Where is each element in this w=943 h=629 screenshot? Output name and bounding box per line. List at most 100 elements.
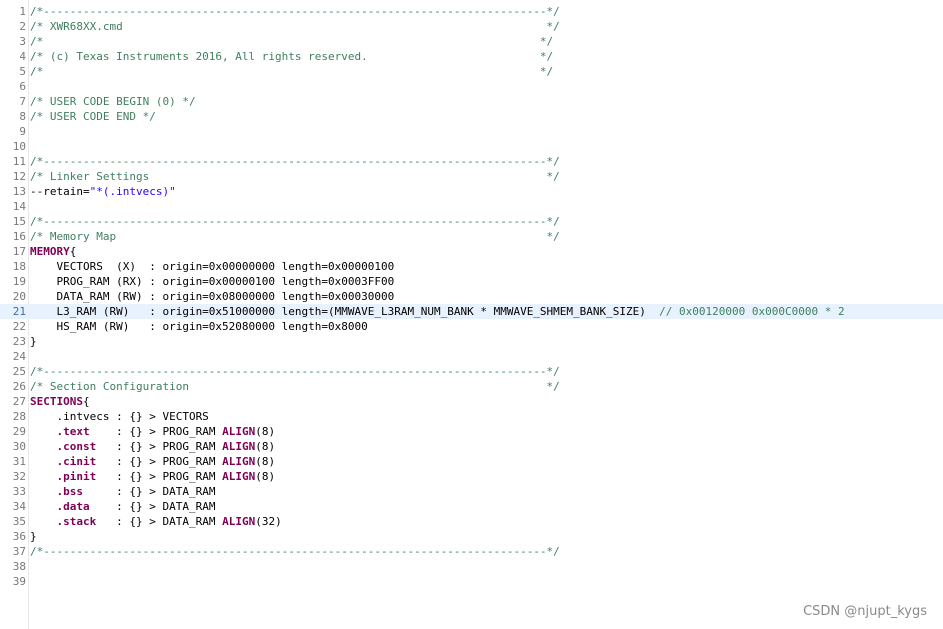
code-token: "*(.intvecs)" bbox=[89, 185, 176, 198]
code-token: .cinit bbox=[56, 455, 97, 468]
code-line[interactable]: 11 /*------------------------------------… bbox=[0, 154, 943, 169]
code-token: /*--------------------------------------… bbox=[30, 545, 560, 558]
code-token: /*--------------------------------------… bbox=[30, 5, 560, 18]
code-token: SECTIONS bbox=[30, 395, 83, 408]
code-token: { bbox=[69, 245, 77, 258]
code-token: PROG_RAM (RX) : origin=0x00000100 length… bbox=[30, 275, 395, 288]
line-number: 34 bbox=[12, 500, 26, 513]
code-line[interactable]: 12 /* Linker Settings */ bbox=[0, 169, 943, 184]
code-token: .stack bbox=[56, 515, 97, 528]
code-line[interactable]: 7 /* USER CODE BEGIN (0) */ bbox=[0, 94, 943, 109]
code-token: .pinit bbox=[56, 470, 97, 483]
code-line[interactable]: 4 /* (c) Texas Instruments 2016, All righ… bbox=[0, 49, 943, 64]
code-line[interactable]: 32 .pinit : {} > PROG_RAM ALIGN(8) bbox=[0, 469, 943, 484]
code-line[interactable]: 10 bbox=[0, 139, 943, 154]
line-number: 6 bbox=[19, 80, 26, 93]
line-number: 39 bbox=[12, 575, 26, 588]
code-line[interactable]: 36} bbox=[0, 529, 943, 544]
code-token: --retain= bbox=[30, 185, 90, 198]
code-line[interactable]: 37 /*------------------------------------… bbox=[0, 544, 943, 559]
line-number: 25 bbox=[12, 365, 26, 378]
code-line[interactable]: 3 /* */ bbox=[0, 34, 943, 49]
code-token: /* */ bbox=[30, 35, 554, 48]
code-line[interactable]: 27 SECTIONS{ bbox=[0, 394, 943, 409]
line-number: 18 bbox=[12, 260, 26, 273]
line-number: 30 bbox=[12, 440, 26, 453]
code-line[interactable]: 26 /* Section Configuration */ bbox=[0, 379, 943, 394]
code-line[interactable]: 17 MEMORY{ bbox=[0, 244, 943, 259]
line-code: .bss : {} > DATA_RAM bbox=[30, 484, 216, 499]
line-number: 23 bbox=[12, 335, 26, 348]
code-token: DATA_RAM (RW) : origin=0x08000000 length… bbox=[30, 290, 395, 303]
code-line[interactable]: 34 .data : {} > DATA_RAM bbox=[0, 499, 943, 514]
code-line[interactable]: 33 .bss : {} > DATA_RAM bbox=[0, 484, 943, 499]
line-code: VECTORS (X) : origin=0x00000000 length=0… bbox=[30, 259, 394, 274]
line-code: } bbox=[30, 529, 37, 544]
code-token: .intvecs : {} > VECTORS bbox=[30, 410, 209, 423]
line-code: HS_RAM (RW) : origin=0x52080000 length=0… bbox=[30, 319, 367, 334]
code-token: .bss bbox=[56, 485, 84, 498]
code-token: /*--------------------------------------… bbox=[30, 155, 560, 168]
code-line[interactable]: 18 VECTORS (X) : origin=0x00000000 lengt… bbox=[0, 259, 943, 274]
watermark: CSDN @njupt_kygs bbox=[803, 604, 927, 619]
line-code: MEMORY{ bbox=[30, 244, 76, 259]
line-code: /* Linker Settings */ bbox=[30, 169, 560, 184]
code-line[interactable]: 2 /* XWR68XX.cmd */ bbox=[0, 19, 943, 34]
code-line[interactable]: 1 /*-------------------------------------… bbox=[0, 4, 943, 19]
code-token: /* Linker Settings */ bbox=[30, 170, 560, 183]
code-line[interactable]: 23} bbox=[0, 334, 943, 349]
code-token: { bbox=[82, 395, 90, 408]
line-code: /* USER CODE BEGIN (0) */ bbox=[30, 94, 196, 109]
code-line[interactable]: 15 /*------------------------------------… bbox=[0, 214, 943, 229]
code-line[interactable]: 9 bbox=[0, 124, 943, 139]
code-line[interactable]: 6 bbox=[0, 79, 943, 94]
line-code: .data : {} > DATA_RAM bbox=[30, 499, 216, 514]
code-token: /*--------------------------------------… bbox=[30, 215, 560, 228]
code-line[interactable]: 21 L3_RAM (RW) : origin=0x51000000 lengt… bbox=[0, 304, 943, 319]
code-token: : {} > DATA_RAM bbox=[89, 500, 216, 513]
code-token: /* Memory Map */ bbox=[30, 230, 560, 243]
code-token: VECTORS (X) : origin=0x00000000 length=0… bbox=[30, 260, 395, 273]
line-number: 13 bbox=[12, 185, 26, 198]
line-number: 26 bbox=[12, 380, 26, 393]
code-line[interactable]: 38 bbox=[0, 559, 943, 574]
code-line[interactable]: 13 --retain="*(.intvecs)" bbox=[0, 184, 943, 199]
line-code: /* USER CODE END */ bbox=[30, 109, 156, 124]
code-line[interactable]: 20 DATA_RAM (RW) : origin=0x08000000 len… bbox=[0, 289, 943, 304]
line-number: 1 bbox=[19, 5, 26, 18]
line-code: .const : {} > PROG_RAM ALIGN(8) bbox=[30, 439, 276, 454]
code-line[interactable]: 29 .text : {} > PROG_RAM ALIGN(8) bbox=[0, 424, 943, 439]
code-token: .const bbox=[56, 440, 97, 453]
code-editor[interactable]: 1 /*-------------------------------------… bbox=[0, 0, 943, 629]
code-line[interactable]: 5 /* */ bbox=[0, 64, 943, 79]
line-number: 22 bbox=[12, 320, 26, 333]
code-line[interactable]: 31 .cinit : {} > PROG_RAM ALIGN(8) bbox=[0, 454, 943, 469]
code-line[interactable]: 14 bbox=[0, 199, 943, 214]
line-number: 14 bbox=[12, 200, 26, 213]
code-line[interactable]: 30 .const : {} > PROG_RAM ALIGN(8) bbox=[0, 439, 943, 454]
code-line[interactable]: 16 /* Memory Map */ bbox=[0, 229, 943, 244]
code-line[interactable]: 8 /* USER CODE END */ bbox=[0, 109, 943, 124]
code-line[interactable]: 22 HS_RAM (RW) : origin=0x52080000 lengt… bbox=[0, 319, 943, 334]
line-number: 8 bbox=[19, 110, 26, 123]
code-token: (8) bbox=[255, 455, 276, 468]
line-number: 27 bbox=[12, 395, 26, 408]
code-token: /* (c) Texas Instruments 2016, All right… bbox=[30, 50, 554, 63]
code-line[interactable]: 39 bbox=[0, 574, 943, 589]
code-token: : {} > DATA_RAM bbox=[83, 485, 216, 498]
code-token: ALIGN bbox=[222, 455, 256, 468]
line-number: 37 bbox=[12, 545, 26, 558]
code-line[interactable]: 35 .stack : {} > DATA_RAM ALIGN(32) bbox=[0, 514, 943, 529]
code-token: MEMORY bbox=[30, 245, 70, 258]
line-number: 11 bbox=[12, 155, 26, 168]
line-number: 21 bbox=[12, 305, 26, 318]
code-line[interactable]: 25 /*------------------------------------… bbox=[0, 364, 943, 379]
code-line[interactable]: 28 .intvecs : {} > VECTORS bbox=[0, 409, 943, 424]
code-token: L3_RAM (RW) : origin=0x51000000 length=(… bbox=[30, 305, 660, 318]
code-line[interactable]: 19 PROG_RAM (RX) : origin=0x00000100 len… bbox=[0, 274, 943, 289]
code-line[interactable]: 24 bbox=[0, 349, 943, 364]
